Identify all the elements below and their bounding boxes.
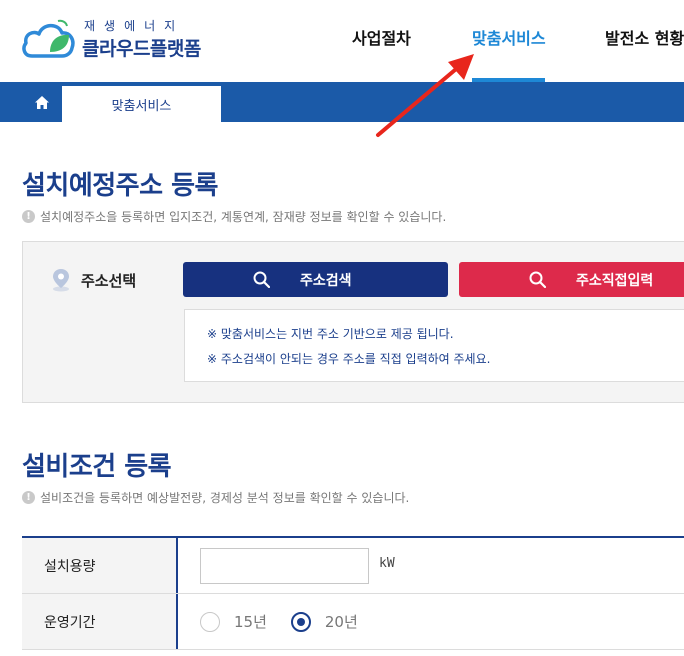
logo-title: 클라우드플랫폼 xyxy=(82,38,201,60)
nav-plant-status[interactable]: 발전소 현황 xyxy=(605,25,684,49)
address-direct-input-button[interactable]: 주소직접입력 xyxy=(459,262,684,297)
address-search-button[interactable]: 주소검색 xyxy=(183,262,448,297)
address-direct-label: 주소직접입력 xyxy=(576,272,654,289)
logo-subtitle: 재생에너지 xyxy=(84,19,185,33)
red-arrow-annotation xyxy=(376,54,474,137)
site-header: 재생에너지 클라우드플랫폼 사업절차 맞춤서비스 발전소 현황 xyxy=(0,0,684,82)
address-search-label: 주소검색 xyxy=(300,272,352,289)
nav-custom-service[interactable]: 맞춤서비스 xyxy=(472,25,546,49)
period-label: 운영기간 xyxy=(22,594,178,649)
equipment-description-text: 설비조건을 등록하면 예상발전량, 경제성 분석 정보를 확인할 수 있습니다. xyxy=(40,491,410,505)
capacity-row: 설치용량 kW xyxy=(22,538,684,594)
site-logo[interactable]: 재생에너지 클라우드플랫폼 xyxy=(22,16,212,64)
period-option-15[interactable]: 15년 xyxy=(200,611,267,632)
search-icon xyxy=(253,271,270,288)
info-icon: ! xyxy=(22,491,35,504)
address-select-text: 주소선택 xyxy=(81,271,137,290)
notice-line: ※ 주소검색이 안되는 경우 주소를 직접 입력하여 주세요. xyxy=(207,352,491,366)
breadcrumb: 맞춤서비스 xyxy=(0,82,684,122)
equipment-form-table: 설치용량 kW 운영기간 15년 20년 xyxy=(22,536,684,650)
address-panel: 주소선택 주소검색 주소직접입력 ※ 맞춤서비스는 지번 주소 기반으로 제공 … xyxy=(22,241,684,403)
home-icon xyxy=(35,95,49,109)
period-row: 운영기간 15년 20년 xyxy=(22,594,684,650)
nav-business-procedure[interactable]: 사업절차 xyxy=(352,25,411,49)
cloud-leaf-logo-icon xyxy=(22,19,75,58)
search-icon xyxy=(529,271,546,288)
period-option-label: 20년 xyxy=(324,613,358,631)
equipment-section-description: ! 설비조건을 등록하면 예상발전량, 경제성 분석 정보를 확인할 수 있습니… xyxy=(22,489,409,506)
address-notice-box: ※ 맞춤서비스는 지번 주소 기반으로 제공 됩니다. ※ 주소검색이 안되는 … xyxy=(184,309,684,382)
period-option-label: 15년 xyxy=(234,613,267,631)
address-section-description: ! 설치예정주소을 등록하면 입지조건, 계통연계, 잠재량 정보를 확인할 수… xyxy=(22,208,446,225)
notice-line: ※ 맞춤서비스는 지번 주소 기반으로 제공 됩니다. xyxy=(207,327,454,341)
capacity-input[interactable] xyxy=(200,548,369,584)
address-select-label: 주소선택 xyxy=(51,268,136,292)
home-button[interactable] xyxy=(22,82,62,122)
equipment-section-title: 설비조건 등록 xyxy=(22,452,172,482)
radio-button-checked[interactable] xyxy=(290,611,311,632)
period-radio-group: 15년 20년 xyxy=(200,594,382,649)
capacity-unit: kW xyxy=(379,556,395,571)
capacity-label: 설치용량 xyxy=(22,538,178,593)
radio-button[interactable] xyxy=(200,611,220,632)
location-pin-icon xyxy=(53,269,69,292)
address-section-title: 설치예정주소 등록 xyxy=(22,171,218,201)
info-icon: ! xyxy=(22,210,35,223)
breadcrumb-current[interactable]: 맞춤서비스 xyxy=(62,86,221,122)
period-option-20[interactable]: 20년 xyxy=(290,611,358,632)
address-description-text: 설치예정주소을 등록하면 입지조건, 계통연계, 잠재량 정보를 확인할 수 있… xyxy=(40,210,447,224)
